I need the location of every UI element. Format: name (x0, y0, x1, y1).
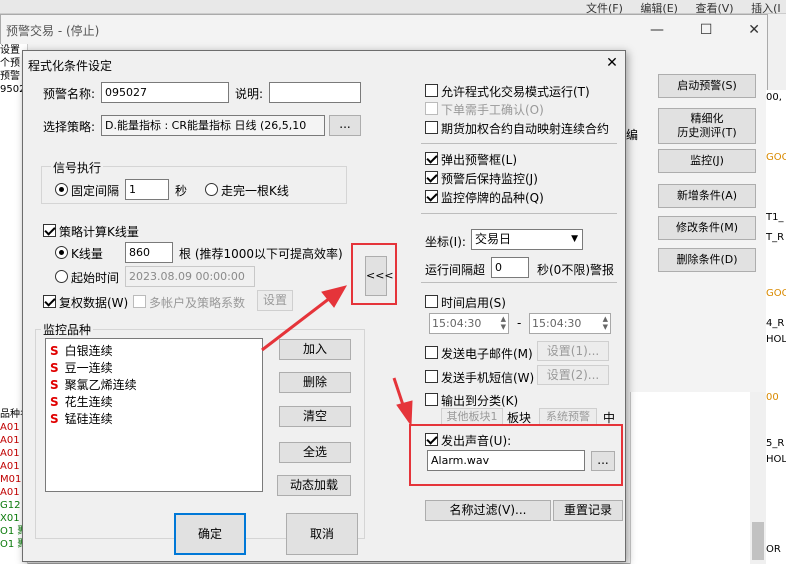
arrow-head-sound (396, 400, 413, 427)
annotation-arrows (261, 285, 413, 427)
arrow-to-collapse (261, 296, 331, 352)
arrow-head-collapse (321, 285, 348, 308)
